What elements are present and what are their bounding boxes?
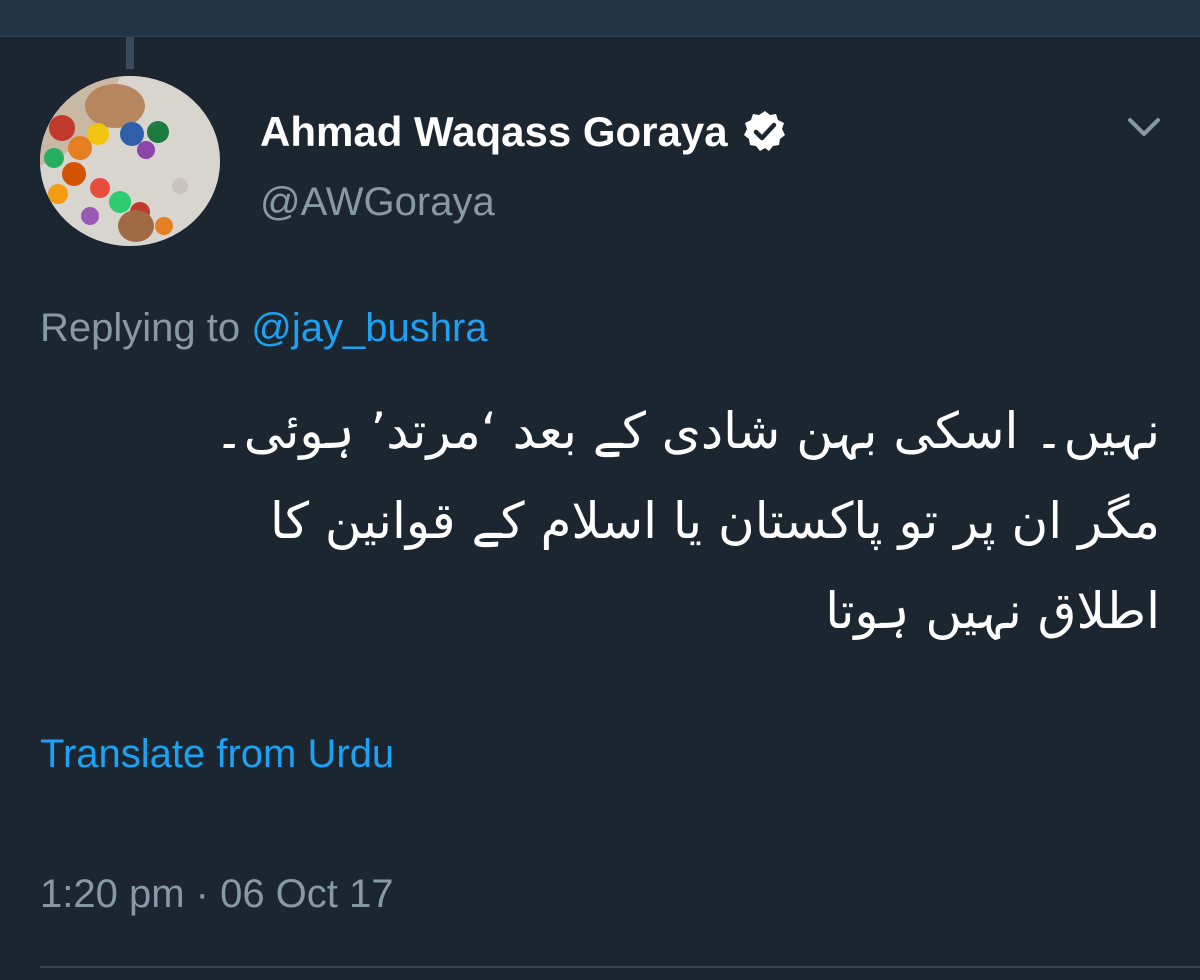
avatar[interactable] bbox=[40, 76, 220, 246]
replying-prefix: Replying to bbox=[40, 306, 241, 350]
author-handle[interactable]: @AWGoraya bbox=[260, 180, 495, 225]
tweet-date: 06 Oct 17 bbox=[220, 872, 394, 916]
replying-handle-link[interactable]: @jay_bushra bbox=[251, 306, 487, 350]
tweet-text-line: اطلاق نہیں ہوتا bbox=[825, 582, 1160, 640]
verified-badge-icon bbox=[742, 109, 788, 155]
author-name[interactable]: Ahmad Waqass Goraya bbox=[260, 108, 788, 156]
timestamp-separator: · bbox=[184, 872, 221, 916]
tweet-text-line: نہیں۔ اسکی بہن شادی کے بعد ‘مرتد’ ہوئی۔ bbox=[214, 402, 1160, 460]
tweet-text: نہیں۔ اسکی بہن شادی کے بعد ‘مرتد’ ہوئی۔ … bbox=[40, 386, 1160, 656]
author-name-text: Ahmad Waqass Goraya bbox=[260, 108, 728, 155]
tweet-text-line: مگر ان پر تو پاکستان یا اسلام کے قوانین … bbox=[269, 492, 1160, 550]
chevron-down-icon[interactable] bbox=[1124, 112, 1164, 142]
top-bar bbox=[0, 0, 1200, 37]
replying-to: Replying to @jay_bushra bbox=[40, 306, 488, 351]
divider bbox=[40, 966, 1200, 968]
translate-link[interactable]: Translate from Urdu bbox=[40, 732, 394, 777]
tweet-timestamp: 1:20 pm · 06 Oct 17 bbox=[40, 872, 394, 917]
thread-connector-line bbox=[126, 37, 134, 69]
avatar-image bbox=[40, 76, 220, 246]
tweet-time: 1:20 pm bbox=[40, 872, 185, 916]
